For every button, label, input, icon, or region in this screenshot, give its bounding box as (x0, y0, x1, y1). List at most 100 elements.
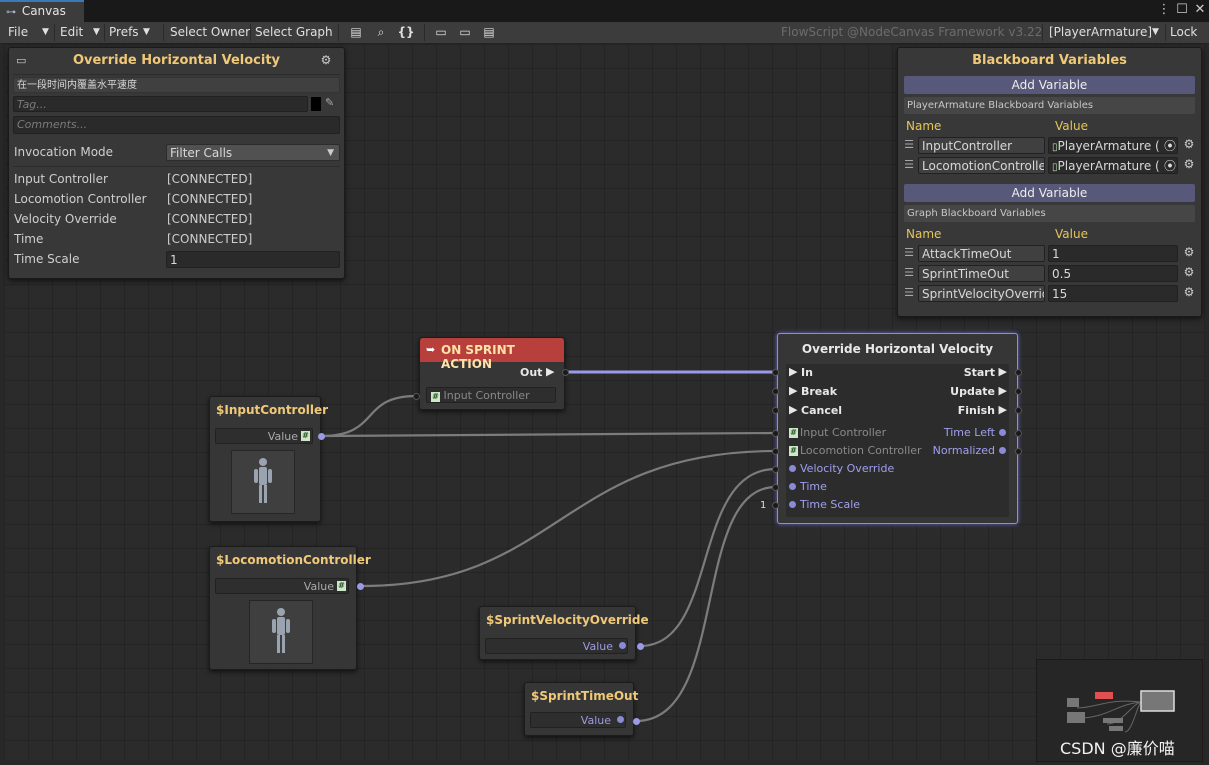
sprint-action-node[interactable]: ➥ ON SPRINT ACTION Out ▶ # Input Control… (419, 337, 565, 410)
description-field[interactable]: 在一段时间内覆盖水平速度 (13, 77, 340, 93)
name-column-header-2: Name (906, 227, 942, 241)
node-input-socket[interactable] (772, 388, 779, 395)
eyedropper-icon[interactable]: ✎ (325, 96, 334, 109)
input-controller-out-port[interactable] (318, 433, 325, 440)
time-scale-default: 1 (760, 500, 767, 511)
flow-out-arrow-icon[interactable]: ▶ (546, 365, 554, 378)
node-input-socket[interactable] (772, 448, 779, 455)
node-output-socket[interactable] (1015, 369, 1022, 376)
object-picker-icon[interactable]: ⦿ (1164, 157, 1176, 174)
add-variable-button-2[interactable]: Add Variable (904, 184, 1195, 202)
variable-gear-icon[interactable]: ⚙ (1182, 285, 1196, 299)
variable-value-field[interactable]: 1 (1048, 245, 1178, 262)
input-controller-node[interactable]: $InputController Value # (209, 396, 328, 522)
wire-input-to-sprint (320, 394, 418, 438)
inspector-row-label: Time (14, 232, 44, 246)
variable-name-field[interactable]: LocomotionController (918, 157, 1045, 174)
minimap-event-node (1095, 692, 1113, 699)
variable-name-field[interactable]: SprintTimeOut (918, 265, 1045, 282)
input-port-label: Locomotion Controller (800, 444, 922, 457)
hash-icon: # (789, 446, 798, 456)
sprint-timeout-node[interactable]: $SprintTimeOut Value (524, 682, 638, 736)
color-swatch[interactable] (311, 97, 321, 111)
object-picker-icon[interactable]: ⦿ (1164, 137, 1176, 154)
drag-handle-icon[interactable]: ☰ (903, 158, 915, 171)
variable-value-field[interactable]: ▯PlayerArmature ( (1048, 157, 1178, 174)
value-column-header: Value (1055, 119, 1088, 133)
variable-gear-icon[interactable]: ⚙ (1182, 157, 1196, 171)
variable-gear-icon[interactable]: ⚙ (1182, 245, 1196, 259)
out-port-label: Out (520, 366, 543, 379)
blackboard-title: Blackboard Variables (972, 53, 1127, 68)
value-label: Value (580, 714, 611, 727)
variable-name-field[interactable]: SprintVelocityOverride (918, 285, 1045, 302)
drag-handle-icon[interactable]: ☰ (903, 266, 915, 279)
variable-gear-icon[interactable]: ⚙ (1182, 265, 1196, 279)
flow-in-arrow-icon: ▶ (789, 403, 798, 416)
minimap-node (1067, 712, 1085, 723)
flow-in-arrow-icon: ▶ (789, 365, 798, 378)
flow-in-arrow-icon: ▶ (789, 384, 798, 397)
locomotion-out-port[interactable] (357, 583, 364, 590)
time-scale-label: Time Scale (14, 252, 80, 266)
value-port-icon (617, 716, 624, 723)
input-controller-value-field: Value (215, 428, 313, 444)
minimize-icon[interactable]: ▭ (16, 54, 26, 67)
output-port-icon (999, 447, 1006, 454)
wire-timeout-to-override (634, 485, 778, 723)
variable-value-field[interactable]: 0.5 (1048, 265, 1178, 282)
character-thumbnail (231, 450, 295, 514)
input-controller-field[interactable]: # Input Controller (426, 387, 556, 403)
locomotion-controller-title: $LocomotionController (216, 553, 371, 567)
section-header-player: PlayerArmature Blackboard Variables (904, 97, 1195, 114)
value-label: Value (582, 640, 613, 653)
sprint-input-port[interactable] (413, 393, 420, 400)
locomotion-value-field: Value (215, 578, 349, 594)
hash-icon: # (337, 581, 346, 591)
node-input-socket[interactable] (772, 484, 779, 491)
inspector-panel: ▭ Override Horizontal Velocity ⚙ 在一段时间内覆… (8, 47, 345, 279)
variable-name-field[interactable]: InputController (918, 137, 1045, 154)
hash-icon: # (431, 392, 440, 402)
variable-value-field[interactable]: ▯PlayerArmature ( (1048, 137, 1178, 154)
flow-in-label: Break (801, 385, 838, 398)
timeout-out-port[interactable] (633, 718, 640, 725)
node-output-socket[interactable] (1015, 407, 1022, 414)
sprint-out-port[interactable] (562, 369, 569, 376)
name-column-header: Name (906, 119, 942, 133)
locomotion-controller-node[interactable]: $LocomotionController Value # (209, 546, 371, 670)
flow-out-label: Finish (957, 404, 995, 417)
node-output-socket[interactable] (1015, 430, 1022, 437)
node-input-socket[interactable] (772, 407, 779, 414)
inspector-row-label: Input Controller (14, 172, 108, 186)
settings-gear-icon[interactable]: ⚙ (319, 53, 333, 67)
value-label: Value (267, 430, 298, 443)
drag-handle-icon[interactable]: ☰ (903, 286, 915, 299)
output-port-label: Normalized (932, 444, 995, 457)
object-value-label: PlayerArmature ( (1057, 159, 1160, 173)
blackboard-panel: Blackboard Variables Add Variable Player… (897, 47, 1202, 317)
variable-value-field[interactable]: 15 (1048, 285, 1178, 302)
variable-gear-icon[interactable]: ⚙ (1182, 137, 1196, 151)
override-horizontal-velocity-node[interactable]: Override Horizontal Velocity ▶ In ▶ Break ▶ C… (777, 333, 1018, 524)
sprint-timeout-title: $SprintTimeOut (531, 689, 639, 703)
node-input-socket[interactable] (772, 430, 779, 437)
drag-handle-icon[interactable]: ☰ (903, 246, 915, 259)
node-input-socket[interactable] (772, 369, 779, 376)
flow-out-arrow-icon: ▶ (998, 365, 1007, 378)
node-output-socket[interactable] (1015, 388, 1022, 395)
comments-input[interactable]: Comments... (13, 116, 340, 134)
add-variable-button-1[interactable]: Add Variable (904, 76, 1195, 94)
node-output-socket[interactable] (1015, 448, 1022, 455)
tag-input[interactable]: Tag... (13, 96, 308, 112)
node-input-socket[interactable] (772, 466, 779, 473)
sprint-velocity-override-node[interactable]: $SprintVelocityOverride Value (479, 606, 649, 660)
velocity-out-port[interactable] (637, 643, 644, 650)
drag-handle-icon[interactable]: ☰ (903, 138, 915, 151)
wire-velocity-to-override (638, 467, 778, 648)
character-thumbnail (249, 600, 313, 664)
invocation-mode-select[interactable]: Filter Calls ▼ (166, 144, 340, 161)
variable-name-field[interactable]: AttackTimeOut (918, 245, 1045, 262)
node-input-socket[interactable] (772, 502, 779, 509)
time-scale-input[interactable]: 1 (166, 251, 340, 268)
